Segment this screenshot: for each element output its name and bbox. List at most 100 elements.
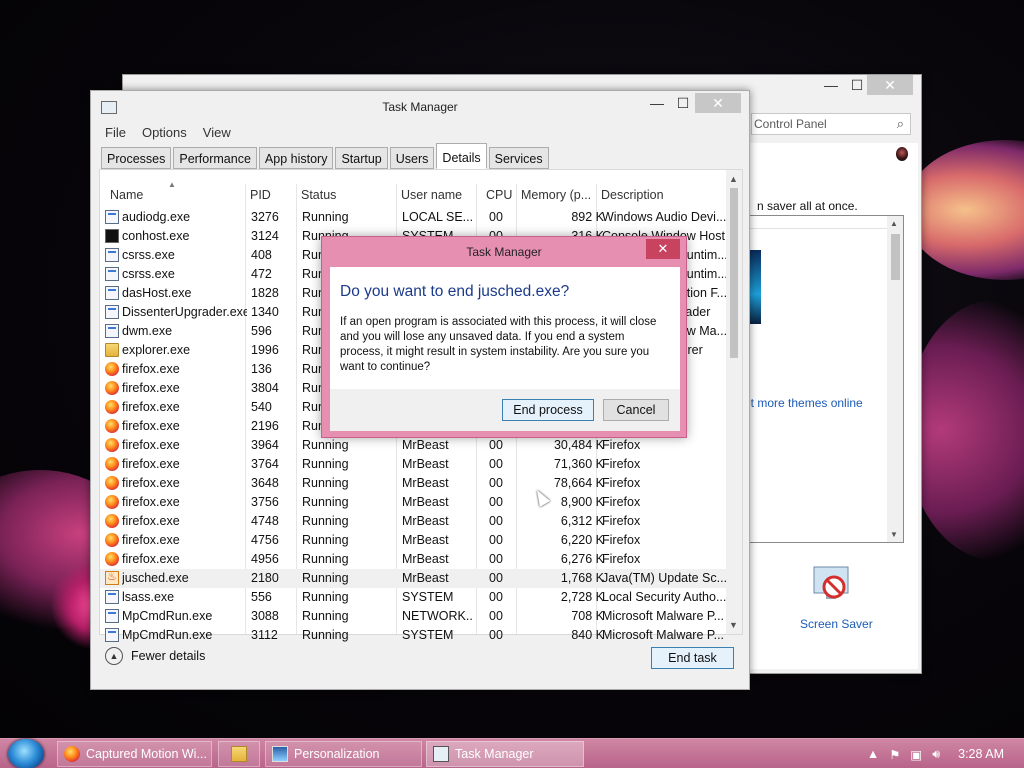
process-name: firefox.exe <box>122 495 180 509</box>
maximize-button[interactable]: ☐ <box>669 93 697 113</box>
menu-file[interactable]: File <box>105 125 126 140</box>
taskbar-label: Personalization <box>294 747 380 761</box>
process-name: firefox.exe <box>122 362 180 376</box>
process-name: MpCmdRun.exe <box>122 628 213 642</box>
process-memory: 30,484 K <box>553 438 604 452</box>
table-row[interactable]: firefox.exe 3964 Running MrBeast 00 30,484 KF… <box>100 436 728 455</box>
sort-ascending-icon: ▲ <box>168 180 176 189</box>
table-row[interactable]: jusched.exe 2180 Running MrBeast 00 1,768 KJa… <box>100 569 728 588</box>
table-row[interactable]: firefox.exe 3648 Running MrBeast 00 78,664 KF… <box>100 474 728 493</box>
process-memory: 840 K <box>571 628 604 642</box>
theme-list[interactable]: et more themes online ▲ ▼ <box>744 215 904 543</box>
taskbar-task-manager-button[interactable]: Task Manager <box>426 741 584 767</box>
table-row[interactable]: firefox.exe 4756 Running MrBeast 00 6,220 K Fi… <box>100 531 728 550</box>
process-status: Running <box>302 628 349 642</box>
column-description[interactable]: Description <box>601 188 664 202</box>
column-pid[interactable]: PID <box>250 188 271 202</box>
process-user: SYSTEM <box>402 590 454 604</box>
theme-thumbnail[interactable] <box>749 250 761 324</box>
end-task-button[interactable]: End task <box>651 647 734 669</box>
process-pid: 4748 <box>251 514 279 528</box>
table-row[interactable]: firefox.exe 3756 Running MrBeast 00 8,900 K Fi… <box>100 493 728 512</box>
process-cpu: 00 <box>489 495 503 509</box>
process-pid: 2180 <box>251 571 279 585</box>
start-button[interactable] <box>8 739 44 768</box>
process-cpu: 00 <box>489 438 503 452</box>
dialog-close-button[interactable]: ✕ <box>646 239 680 259</box>
close-button[interactable]: ✕ <box>695 93 741 113</box>
process-name: dwm.exe <box>122 324 173 338</box>
scroll-up-icon[interactable]: ▲ <box>729 174 738 184</box>
column-user-name[interactable]: User name <box>401 188 462 202</box>
scroll-up-icon[interactable]: ▲ <box>890 219 898 228</box>
tab-startup[interactable]: Startup <box>335 147 388 169</box>
process-pid: 1996 <box>251 343 279 357</box>
tab-app-history[interactable]: App history <box>258 147 334 169</box>
process-name: explorer.exe <box>122 343 191 357</box>
scroll-down-icon[interactable]: ▼ <box>729 620 738 630</box>
process-name: csrss.exe <box>122 248 175 262</box>
taskbar-firefox-button[interactable]: Captured Motion Wi... <box>57 741 212 767</box>
table-row[interactable]: audiodg.exe 3276 Running LOCAL SE... 00 892 K… <box>100 208 728 227</box>
table-row[interactable]: MpCmdRun.exe 3088 Running NETWORK... 00 708 K… <box>100 607 728 626</box>
scroll-thumb[interactable] <box>891 234 900 280</box>
tab-details[interactable]: Details <box>436 143 487 169</box>
process-pid: 540 <box>251 400 272 414</box>
screen-saver-icon[interactable] <box>810 563 854 607</box>
process-status: Running <box>302 609 349 623</box>
taskbar-personalization-button[interactable]: Personalization <box>265 741 422 767</box>
cancel-button[interactable]: Cancel <box>603 399 669 421</box>
process-window-icon <box>105 628 119 642</box>
table-row[interactable]: firefox.exe 3764 Running MrBeast 00 71,360 KF… <box>100 455 728 474</box>
scroll-down-icon[interactable]: ▼ <box>890 530 898 539</box>
firefox-icon <box>105 495 119 509</box>
search-icon[interactable]: ⌕ <box>897 116 904 132</box>
process-list-scrollbar[interactable]: ▲ ▼ <box>726 170 742 634</box>
network-icon[interactable]: ▣ <box>910 747 922 762</box>
process-window-icon <box>105 286 119 300</box>
process-memory: 78,664 K <box>553 476 604 490</box>
volume-icon[interactable]: 🔊︎ <box>932 747 940 762</box>
close-button[interactable]: ✕ <box>867 75 913 95</box>
process-name: firefox.exe <box>122 419 180 433</box>
table-row[interactable]: firefox.exe 4956 Running MrBeast 00 6,276 K Fi… <box>100 550 728 569</box>
table-row[interactable]: firefox.exe 4748 Running MrBeast 00 6,312 K Fi… <box>100 512 728 531</box>
table-row[interactable]: MpCmdRun.exe 3112 Running SYSTEM 00 840 K Micr… <box>100 626 728 645</box>
control-panel-search-input[interactable]: Control Panel ⌕ <box>751 113 911 135</box>
screen-saver-link[interactable]: Screen Saver <box>800 617 873 631</box>
menu-bar: File Options View <box>105 125 231 140</box>
fewer-details-toggle[interactable]: ▲ Fewer details <box>105 647 205 665</box>
scroll-thumb[interactable] <box>730 188 738 358</box>
minimize-button[interactable]: — <box>817 75 845 95</box>
theme-list-scrollbar[interactable]: ▲ ▼ <box>887 216 903 542</box>
column-cpu[interactable]: CPU <box>486 188 512 202</box>
personalization-content: n saver all at once. et more themes onli… <box>744 143 918 669</box>
taskbar: Captured Motion Wi... Personalization Ta… <box>0 738 1024 768</box>
process-cpu: 00 <box>489 571 503 585</box>
process-memory: 8,900 K <box>560 495 604 509</box>
end-process-button[interactable]: End process <box>502 399 594 421</box>
taskbar-explorer-button[interactable] <box>218 741 260 767</box>
show-hidden-icons-icon[interactable]: ▲ <box>867 747 879 761</box>
column-status[interactable]: Status <box>301 188 336 202</box>
action-center-flag-icon[interactable]: ⚑ <box>889 747 900 762</box>
menu-view[interactable]: View <box>203 125 231 140</box>
tab-performance[interactable]: Performance <box>173 147 257 169</box>
tab-users[interactable]: Users <box>389 147 435 169</box>
tab-services[interactable]: Services <box>488 147 549 169</box>
tab-processes[interactable]: Processes <box>101 147 172 169</box>
clock[interactable]: 3:28 AM <box>958 747 1004 761</box>
more-themes-link[interactable]: et more themes online <box>744 396 863 410</box>
menu-options[interactable]: Options <box>142 125 187 140</box>
table-row[interactable]: lsass.exe 556 Running SYSTEM 00 2,728 K Local … <box>100 588 728 607</box>
process-cpu: 00 <box>489 533 503 547</box>
minimize-button[interactable]: — <box>643 93 671 113</box>
process-user: MrBeast <box>402 495 449 509</box>
process-name: csrss.exe <box>122 267 175 281</box>
column-memory[interactable]: Memory (p... <box>521 188 591 202</box>
process-memory: 6,276 K <box>560 552 604 566</box>
process-name: jusched.exe <box>122 571 189 585</box>
column-name[interactable]: Name <box>110 188 143 202</box>
process-name: firefox.exe <box>122 514 180 528</box>
process-name: firefox.exe <box>122 457 180 471</box>
